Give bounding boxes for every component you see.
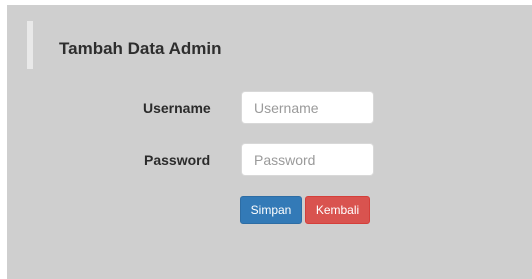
password-label: Password <box>144 152 211 168</box>
page-title: Tambah Data Admin <box>59 39 222 58</box>
password-input[interactable] <box>241 143 374 176</box>
username-input[interactable] <box>241 91 374 124</box>
form-panel: Tambah Data Admin Username Password Simp… <box>7 5 532 279</box>
username-label: Username <box>143 100 211 116</box>
save-button[interactable]: Simpan <box>240 196 302 224</box>
title-accent-bar <box>27 21 33 69</box>
back-button[interactable]: Kembali <box>305 196 370 224</box>
